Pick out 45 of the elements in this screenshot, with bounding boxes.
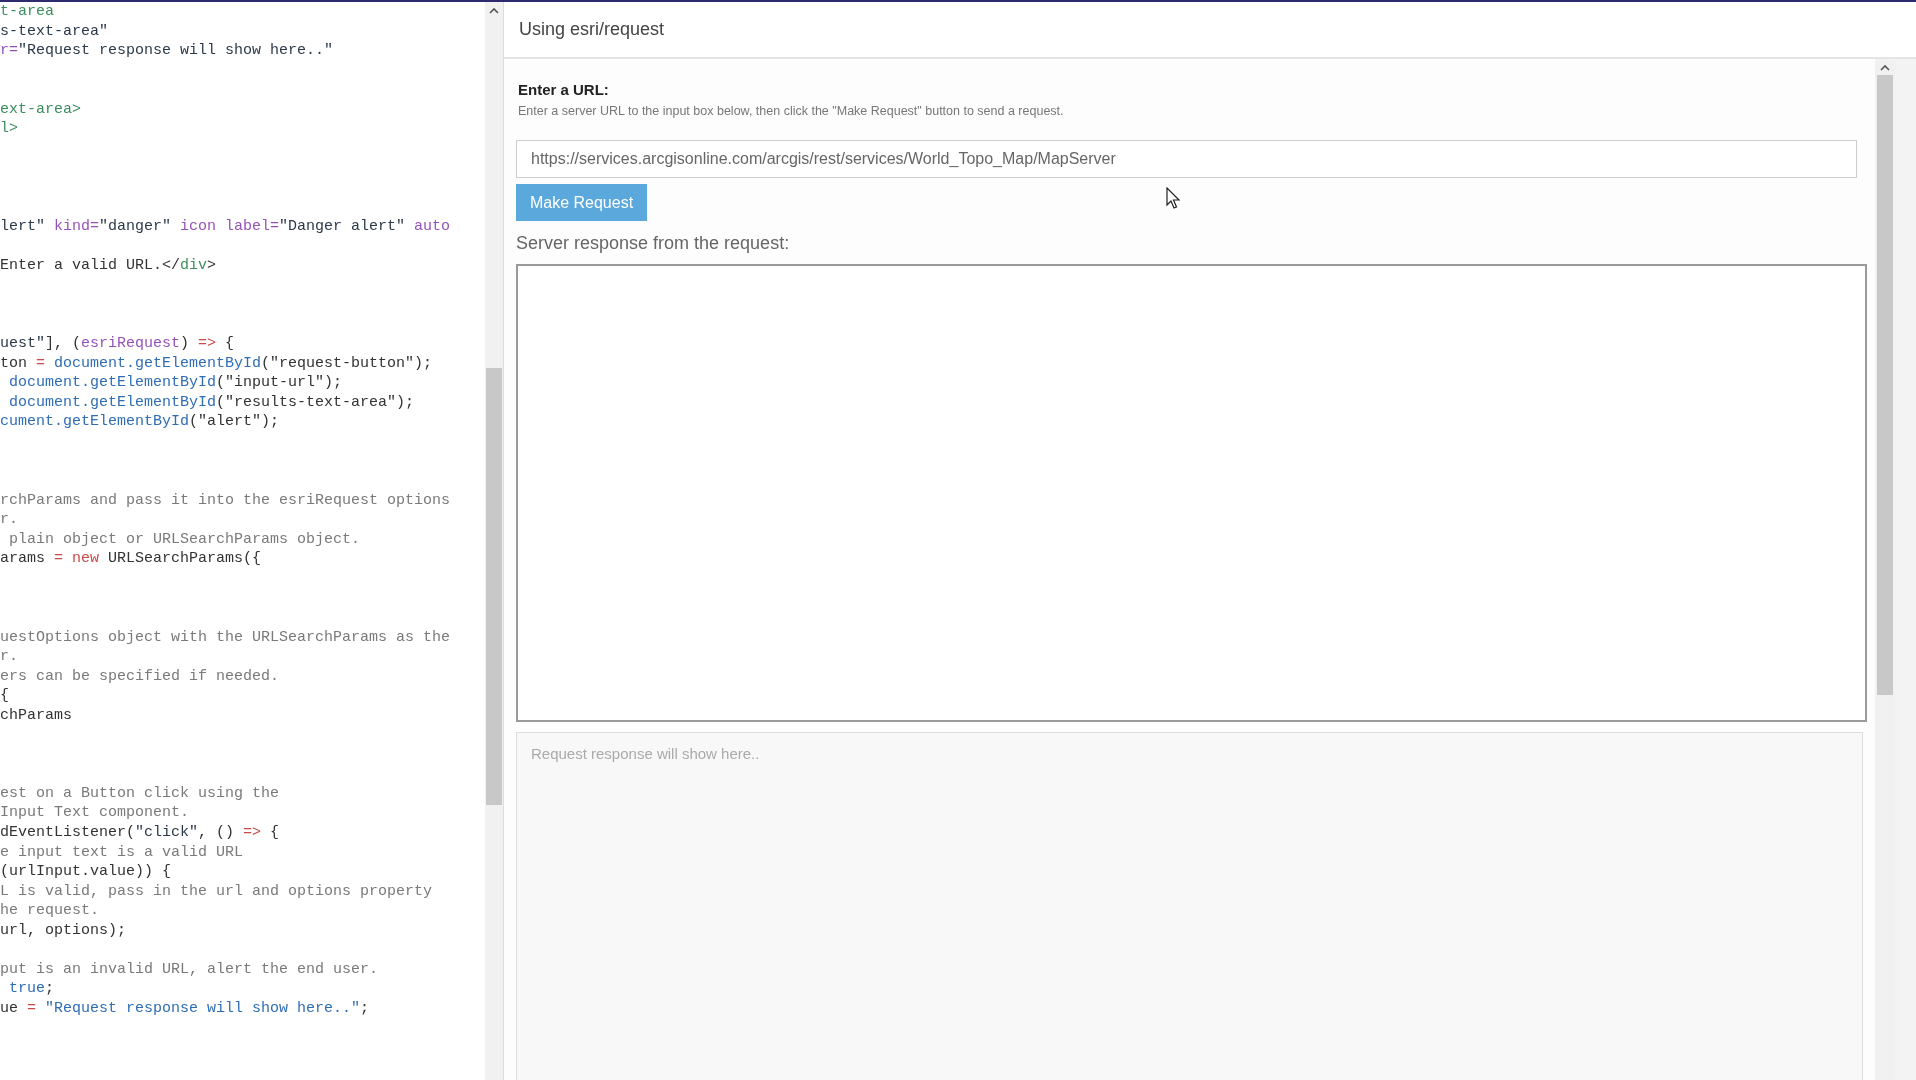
code-line: lert" kind="danger" icon label="Danger alert" auto [0, 217, 452, 237]
code-line: est on a Button click using the [0, 783, 281, 804]
code-line: true; [8, 979, 56, 999]
code-line: ers can be specified if needed. [0, 666, 281, 687]
code-line: dEventListener("click", () => { [0, 822, 281, 843]
response-label: Server response from the request: [516, 233, 791, 254]
code-line: r. [0, 510, 19, 530]
code-line: r="Request response will show here.." [0, 41, 335, 61]
page-title: Using esri/request [519, 19, 665, 40]
code-line: ext-area> [0, 99, 82, 120]
code-line: e input text is a valid URL [0, 842, 245, 863]
code-line: s-text-area" [0, 21, 110, 42]
code-line: document.getElementById("input-url"); [8, 373, 344, 393]
scrollbar-thumb[interactable] [1877, 75, 1893, 695]
code-line: chParams [0, 705, 73, 726]
code-line: plain object or URLSearchParams object. [8, 529, 362, 550]
code-line: { [0, 686, 10, 706]
scrollbar-thumb[interactable] [486, 368, 502, 805]
code-line: arams = new URLSearchParams({ [0, 549, 263, 569]
code-line: ue = "Request response will show here.."; [0, 998, 371, 1019]
code-line: L is valid, pass in the url and options property [0, 881, 434, 902]
scroll-up-icon[interactable] [488, 6, 500, 16]
results-text-area[interactable]: Request response will show here.. [516, 732, 1863, 1080]
code-line: Enter a valid URL.</div> [0, 256, 218, 276]
scrollbar[interactable] [485, 2, 504, 1080]
url-hint: Enter a server URL to the input box below, then click the "Make Request" button to send a request. [518, 104, 1065, 118]
url-input-field[interactable]: https://services.arcgisonline.com/arcgis/rest/services/World_Topo_Map/MapServer [516, 140, 1857, 178]
code-line: he request. [0, 901, 101, 921]
code-line: uestOptions object with the URLSearchParams as the [0, 627, 452, 648]
code-line: Input Text component. [0, 803, 191, 823]
code-line: r. [0, 647, 19, 667]
code-line: ton = document.getElementById("request-button"); [0, 353, 434, 374]
scrollbar[interactable] [1875, 59, 1895, 1080]
code-line: t-area [0, 2, 55, 22]
url-label: Enter a URL: [518, 81, 610, 98]
code-line: (urlInput.value)) { [0, 862, 173, 882]
code-line: document.getElementById("results-text-area"); [8, 392, 416, 413]
code-line: rchParams and pass it into the esriRequest options [0, 490, 452, 511]
code-line: cument.getElementById("alert"); [0, 412, 281, 433]
code-line: l> [0, 119, 19, 139]
mouse-pointer-icon [1166, 187, 1182, 211]
scroll-up-icon[interactable] [1879, 63, 1891, 73]
code-line: uest"], (esriRequest) => { [0, 334, 236, 354]
code-line: put is an invalid URL, alert the end user. [0, 959, 380, 980]
code-line: url, options); [0, 920, 128, 941]
